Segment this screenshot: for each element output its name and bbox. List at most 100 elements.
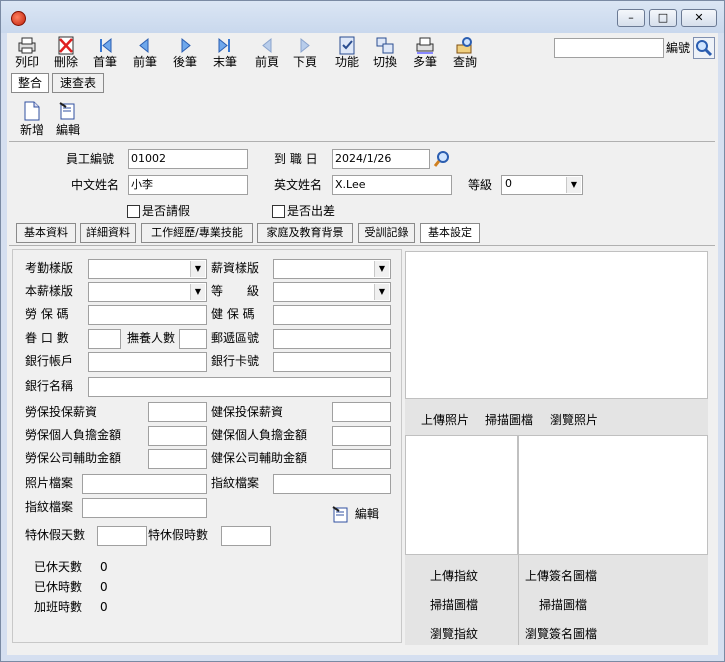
close-button[interactable]: ✕ <box>681 9 717 27</box>
toolbar-button-prev-record[interactable]: 前筆 <box>125 33 165 73</box>
magnifier-icon[interactable] <box>433 150 451 168</box>
postal-code-field[interactable] <box>273 329 391 349</box>
toolbar-label: 多筆 <box>412 55 437 69</box>
bank-account-field[interactable] <box>88 352 207 372</box>
search-button[interactable] <box>693 37 715 59</box>
query-icon <box>456 37 472 54</box>
en-name-label: 英文姓名 <box>274 178 323 192</box>
toolbar-button-multi-record[interactable]: 多筆 <box>405 33 445 73</box>
toolbar-button-last-record[interactable]: 末筆 <box>205 33 245 73</box>
dependents-field[interactable] <box>88 329 121 349</box>
browse-photo-button[interactable]: 瀏覽照片 <box>550 411 598 428</box>
edit-button[interactable]: 編輯 <box>51 101 85 137</box>
browse-signature-button[interactable]: 瀏覽簽名圖檔 <box>525 625 597 642</box>
scan-photo-button[interactable]: 掃描圖檔 <box>485 411 533 428</box>
en-name-field[interactable]: X.Lee <box>332 175 452 195</box>
signature-preview <box>518 435 708 555</box>
labor-ins-code-label: 勞 保 碼 <box>25 307 69 321</box>
toolbar-button-print[interactable]: 列印 <box>7 33 47 73</box>
fingerprint-file-field[interactable] <box>273 474 391 494</box>
edit-label: 編輯 <box>55 123 80 137</box>
tab-experience[interactable]: 工作經歷/專業技能 <box>141 223 253 243</box>
tab-settings[interactable]: 基本設定 <box>420 223 480 243</box>
browse-fingerprint-button[interactable]: 瀏覽指紋 <box>430 625 478 642</box>
tab-training[interactable]: 受訓記錄 <box>358 223 415 243</box>
support-count-field[interactable] <box>179 329 207 349</box>
photo-file-field[interactable] <box>82 474 207 494</box>
fingerprint-file2-label: 指紋檔案 <box>25 500 74 514</box>
toolbar-button-switch[interactable]: 切換 <box>365 33 405 73</box>
search-input[interactable] <box>554 38 664 58</box>
minimize-button[interactable]: – <box>617 9 645 27</box>
toolbar-button-first-record[interactable]: 首筆 <box>85 33 125 73</box>
labor-company-label: 勞保公司輔助金額 <box>25 451 122 465</box>
labor-ins-salary-label: 勞保投保薪資 <box>25 405 98 419</box>
view-tab-integrated[interactable]: 整合 <box>11 73 49 93</box>
special-leave-hours-field[interactable] <box>221 526 271 546</box>
labor-company-field[interactable] <box>148 449 207 469</box>
grade-label: 等級 <box>468 178 493 192</box>
scan-fingerprint-button[interactable]: 掃描圖檔 <box>430 596 478 613</box>
toolbar-button-function[interactable]: 功能 <box>327 33 367 73</box>
new-button[interactable]: 新增 <box>15 101 49 137</box>
maximize-button[interactable]: □ <box>649 9 677 27</box>
attendance-template-select[interactable]: ▼ <box>88 259 207 279</box>
emp-id-label: 員工編號 <box>66 152 115 166</box>
support-count-label: 撫養人數 <box>127 331 176 345</box>
fingerprint-file2-field[interactable] <box>82 498 207 518</box>
toolbar-button-next-record[interactable]: 後筆 <box>165 33 205 73</box>
tab-details[interactable]: 詳細資料 <box>80 223 136 243</box>
toolbar-button-next-page[interactable]: 下頁 <box>285 33 325 73</box>
salary-template-select[interactable]: ▼ <box>273 259 391 279</box>
next-record-icon <box>181 37 191 54</box>
toolbar-label: 列印 <box>14 55 39 69</box>
dependents-label: 眷 口 數 <box>25 331 69 345</box>
emp-id-field[interactable]: 01002 <box>128 149 248 169</box>
fingerprint-preview <box>405 435 518 555</box>
used-days-label: 已休天數 <box>34 560 83 574</box>
level-select[interactable]: ▼ <box>273 282 391 302</box>
hire-date-field[interactable]: 2024/1/26 <box>332 149 430 169</box>
health-personal-field[interactable] <box>332 426 391 446</box>
business-trip-checkbox[interactable] <box>272 205 285 218</box>
toolbar-button-prev-page[interactable]: 前頁 <box>247 33 287 73</box>
base-salary-template-select[interactable]: ▼ <box>88 282 207 302</box>
view-tab-quick-lookup[interactable]: 速查表 <box>52 73 104 93</box>
fingerprint-file-label: 指紋檔案 <box>211 476 260 490</box>
special-leave-days-field[interactable] <box>97 526 147 546</box>
cn-name-label: 中文姓名 <box>71 178 120 192</box>
health-ins-code-label: 健 保 碼 <box>211 307 255 321</box>
upload-signature-button[interactable]: 上傳簽名圖檔 <box>525 567 597 584</box>
leave-checkbox[interactable] <box>127 205 140 218</box>
chevron-down-icon: ▼ <box>566 177 581 193</box>
bank-name-field[interactable] <box>88 377 391 397</box>
toolbar-button-delete[interactable]: 刪除 <box>46 33 86 73</box>
labor-personal-field[interactable] <box>148 426 207 446</box>
toolbar-button-query[interactable]: 查詢 <box>445 33 485 73</box>
labor-ins-code-field[interactable] <box>88 305 207 325</box>
last-record-icon <box>218 37 230 54</box>
tab-basic[interactable]: 基本資料 <box>16 223 76 243</box>
switch-icon <box>376 37 394 54</box>
upload-fingerprint-button[interactable]: 上傳指紋 <box>430 567 478 584</box>
grade-select[interactable]: 0 ▼ <box>501 175 583 195</box>
form-edit-button[interactable]: 編輯 <box>331 505 391 525</box>
bank-account-label: 銀行帳戶 <box>25 354 74 368</box>
upload-photo-button[interactable]: 上傳照片 <box>421 411 469 428</box>
labor-ins-salary-field[interactable] <box>148 402 207 422</box>
attendance-template-label: 考勤樣版 <box>25 261 74 275</box>
cn-name-field[interactable]: 小李 <box>128 175 248 195</box>
health-ins-code-field[interactable] <box>273 305 391 325</box>
health-company-field[interactable] <box>332 449 391 469</box>
function-icon <box>339 36 355 55</box>
search-label: 編號 <box>666 41 691 55</box>
postal-code-label: 郵遞區號 <box>211 331 260 345</box>
bank-name-label: 銀行名稱 <box>25 379 74 393</box>
health-ins-salary-field[interactable] <box>332 402 391 422</box>
scan-signature-button[interactable]: 掃描圖檔 <box>539 596 587 613</box>
delete-icon <box>58 36 74 55</box>
health-ins-salary-label: 健保投保薪資 <box>211 405 284 419</box>
chevron-down-icon: ▼ <box>190 284 205 300</box>
bank-card-field[interactable] <box>273 352 391 372</box>
tab-family-education[interactable]: 家庭及教育背景 <box>257 223 353 243</box>
